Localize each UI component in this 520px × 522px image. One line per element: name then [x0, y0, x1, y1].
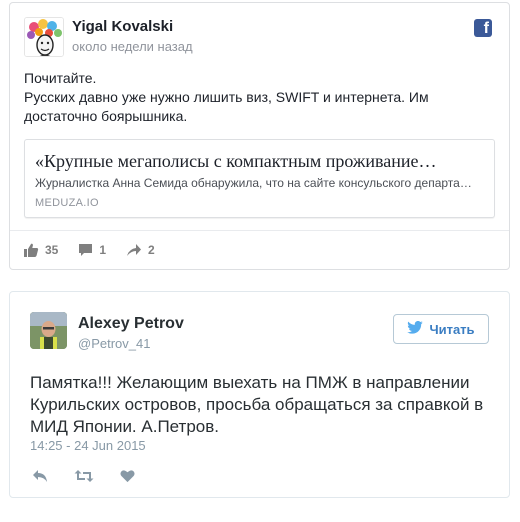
like-count: 35 [45, 243, 59, 257]
comment-icon [78, 243, 93, 257]
facebook-icon[interactable]: f [474, 19, 492, 37]
tweet-actions [32, 469, 135, 483]
twitter-bird-icon [407, 320, 424, 337]
comment-count-button[interactable]: 1 [78, 243, 106, 257]
link-preview[interactable]: «Крупные мегаполисы с компактным прожива… [24, 139, 495, 218]
facebook-post-card: Yigal Kovalski около недели назад f Почи… [9, 2, 510, 270]
thumbs-up-icon [24, 243, 39, 257]
share-count-button[interactable]: 2 [126, 243, 155, 257]
post-timestamp[interactable]: около недели назад [72, 39, 193, 54]
tweet-text: Памятка!!! Желающим выехать на ПМЖ в нап… [30, 373, 484, 436]
post-text-line-1: Почитайте. [24, 70, 97, 86]
link-description: Журналистка Анна Семида обнаружила, что … [35, 176, 472, 190]
link-domain: MEDUZA.IO [35, 197, 99, 209]
author-handle[interactable]: @Petrov_41 [78, 336, 150, 351]
like-count-button[interactable]: 35 [24, 243, 58, 257]
post-text-line-2: Русских давно уже нужно лишить виз, SWIF… [24, 89, 429, 124]
retweet-icon[interactable] [74, 469, 94, 483]
share-icon [126, 243, 142, 257]
tweet-card: Alexey Petrov @Petrov_41 Читать Памятка!… [9, 291, 510, 498]
divider [10, 230, 509, 231]
post-text: Почитайте. Русских давно уже нужно лишит… [24, 69, 494, 126]
post-actions: 35 1 2 [24, 243, 155, 257]
avatar[interactable] [24, 17, 64, 57]
reply-icon[interactable] [32, 469, 48, 483]
link-title[interactable]: «Крупные мегаполисы с компактным прожива… [35, 151, 485, 172]
author-name[interactable]: Yigal Kovalski [72, 18, 173, 35]
follow-label: Читать [429, 321, 475, 337]
comment-count: 1 [99, 243, 107, 257]
author-name[interactable]: Alexey Petrov [78, 315, 184, 333]
tweet-timestamp[interactable]: 14:25 - 24 Jun 2015 [30, 438, 146, 453]
heart-icon[interactable] [120, 469, 135, 483]
avatar[interactable] [30, 312, 67, 349]
follow-button[interactable]: Читать [393, 314, 489, 344]
share-count: 2 [148, 243, 155, 257]
